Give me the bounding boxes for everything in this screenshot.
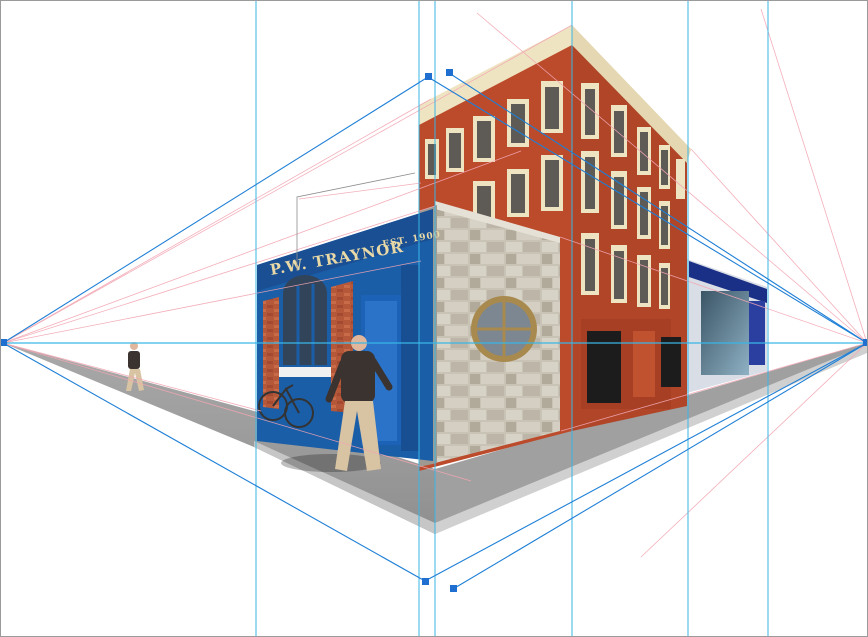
top-handle-b bbox=[446, 69, 453, 76]
canvas-artwork: P.W. TRAYNOR EST. 1900 bbox=[1, 1, 867, 636]
left-vanishing-point-handle bbox=[1, 339, 7, 346]
annex-building bbox=[687, 259, 767, 393]
bottom-handle-a bbox=[422, 578, 429, 585]
perspective-canvas[interactable]: P.W. TRAYNOR EST. 1900 bbox=[0, 0, 868, 637]
top-handle-a bbox=[425, 73, 432, 80]
bottom-handle-b bbox=[450, 585, 457, 592]
stone-building bbox=[419, 201, 560, 467]
right-vanishing-point-handle bbox=[863, 339, 867, 346]
